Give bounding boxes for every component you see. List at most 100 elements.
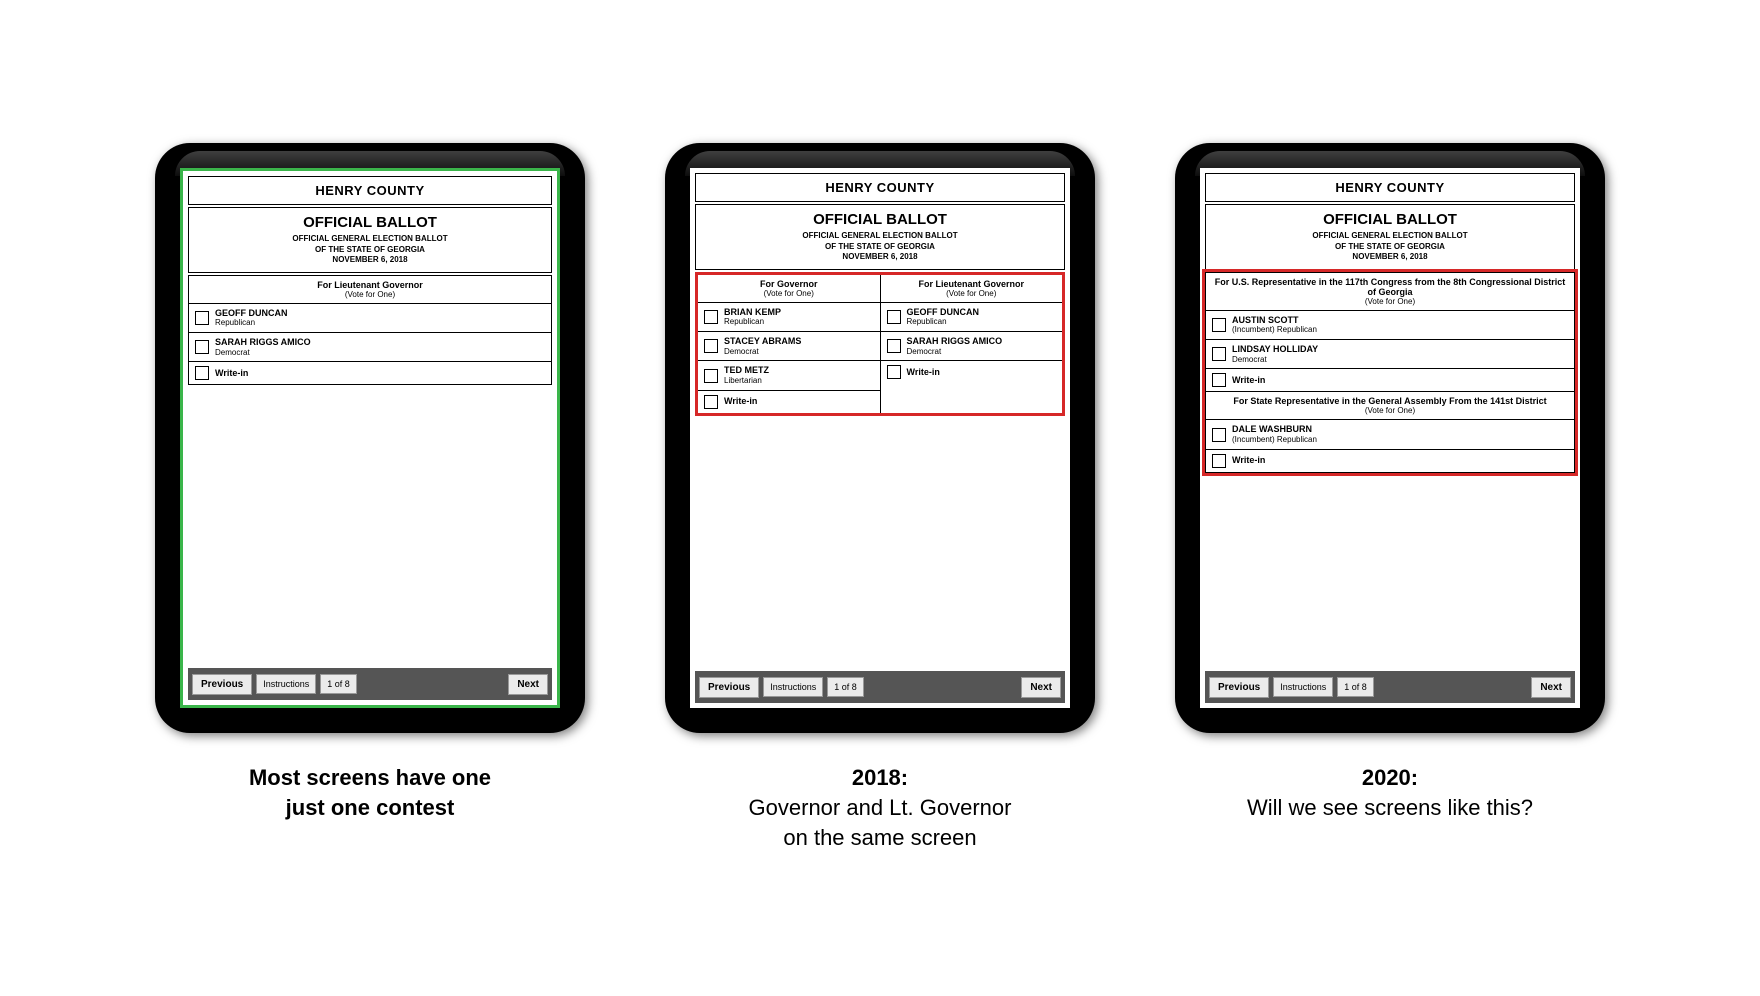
candidate-row[interactable]: LINDSAY HOLLIDAYDemocrat	[1206, 340, 1574, 369]
ballot-sub3: NOVEMBER 6, 2018	[702, 252, 1058, 262]
checkbox[interactable]	[1212, 454, 1226, 468]
contest-lt-gov: For Lieutenant Governor (Vote for One) G…	[188, 275, 552, 386]
contest-governor: For Governor (Vote for One) BRIAN KEMPRe…	[698, 275, 881, 413]
ballot-title: OFFICIAL BALLOT	[1212, 211, 1568, 228]
race-title: For Lieutenant Governor	[885, 279, 1059, 289]
contest-lt-governor: For Lieutenant Governor (Vote for One) G…	[881, 275, 1063, 413]
next-button[interactable]: Next	[508, 674, 548, 695]
tablet-middle: HENRY COUNTY OFFICIAL BALLOT OFFICIAL GE…	[665, 143, 1095, 733]
county-header: HENRY COUNTY	[1205, 173, 1575, 202]
instructions-button[interactable]: Instructions	[1273, 677, 1333, 697]
caption-line: 2020:	[1247, 763, 1533, 793]
contest-area: For Lieutenant Governor (Vote for One) G…	[188, 275, 552, 664]
caption-line: Most screens have one	[249, 763, 491, 793]
checkbox[interactable]	[704, 339, 718, 353]
checkbox[interactable]	[195, 340, 209, 354]
candidate-row[interactable]: GEOFF DUNCANRepublican	[189, 304, 551, 333]
candidate-party: Democrat	[724, 347, 801, 357]
candidate-row[interactable]: Write-in	[1206, 369, 1574, 391]
vote-instruction: (Vote for One)	[193, 290, 547, 299]
vote-instruction: (Vote for One)	[702, 289, 876, 298]
checkbox[interactable]	[1212, 347, 1226, 361]
caption-line: just one contest	[249, 793, 491, 823]
candidate-party: Libertarian	[724, 376, 769, 386]
candidate-row[interactable]: STACEY ABRAMSDemocrat	[698, 332, 880, 361]
vote-instruction: (Vote for One)	[885, 289, 1059, 298]
diagram-container: HENRY COUNTY OFFICIAL BALLOT OFFICIAL GE…	[110, 103, 1650, 892]
candidate-name: GEOFF DUNCAN	[215, 308, 288, 319]
page-indicator: 1 of 8	[320, 674, 357, 694]
checkbox[interactable]	[195, 366, 209, 380]
candidate-row[interactable]: GEOFF DUNCANRepublican	[881, 303, 1063, 332]
checkbox[interactable]	[704, 395, 718, 409]
contest-header: For State Representative in the General …	[1206, 392, 1574, 420]
write-in-label: Write-in	[1232, 455, 1265, 466]
candidate-party: Republican	[907, 317, 980, 327]
instructions-button[interactable]: Instructions	[256, 674, 316, 694]
checkbox[interactable]	[1212, 428, 1226, 442]
contest-two-col: For Governor (Vote for One) BRIAN KEMPRe…	[695, 272, 1065, 416]
ballot-sub3: NOVEMBER 6, 2018	[1212, 252, 1568, 262]
candidate-row[interactable]: Write-in	[698, 391, 880, 413]
vote-instruction: (Vote for One)	[1210, 406, 1570, 415]
write-in-label: Write-in	[215, 368, 248, 379]
ballot-sub2: OF THE STATE OF GEORGIA	[1212, 242, 1568, 252]
instructions-button[interactable]: Instructions	[763, 677, 823, 697]
candidate-name: LINDSAY HOLLIDAY	[1232, 344, 1318, 355]
caption-line: Governor and Lt. Governor	[749, 793, 1012, 823]
checkbox[interactable]	[887, 365, 901, 379]
ballot-sub1: OFFICIAL GENERAL ELECTION BALLOT	[195, 234, 545, 244]
ballot-header: OFFICIAL BALLOT OFFICIAL GENERAL ELECTIO…	[188, 207, 552, 272]
ballot-sub2: OF THE STATE OF GEORGIA	[195, 245, 545, 255]
candidate-name: BRIAN KEMP	[724, 307, 781, 318]
candidate-row[interactable]: Write-in	[1206, 450, 1574, 472]
ballot-title: OFFICIAL BALLOT	[195, 214, 545, 231]
page-indicator: 1 of 8	[827, 677, 864, 697]
contest-header: For Lieutenant Governor (Vote for One)	[881, 275, 1063, 303]
prev-button[interactable]: Previous	[1209, 677, 1269, 698]
checkbox[interactable]	[704, 369, 718, 383]
checkbox[interactable]	[1212, 318, 1226, 332]
candidate-row[interactable]: Write-in	[189, 362, 551, 384]
caption-line: Will we see screens like this?	[1247, 793, 1533, 823]
candidate-party: Republican	[724, 317, 781, 327]
checkbox[interactable]	[887, 339, 901, 353]
column-middle: HENRY COUNTY OFFICIAL BALLOT OFFICIAL GE…	[660, 143, 1100, 852]
checkbox[interactable]	[1212, 373, 1226, 387]
candidate-row[interactable]: SARAH RIGGS AMICODemocrat	[189, 333, 551, 362]
checkbox[interactable]	[704, 310, 718, 324]
ballot-title: OFFICIAL BALLOT	[702, 211, 1058, 228]
next-button[interactable]: Next	[1531, 677, 1571, 698]
screen-middle: HENRY COUNTY OFFICIAL BALLOT OFFICIAL GE…	[690, 168, 1070, 708]
next-button[interactable]: Next	[1021, 677, 1061, 698]
candidate-row[interactable]: DALE WASHBURN(Incumbent) Republican	[1206, 420, 1574, 449]
candidate-name: GEOFF DUNCAN	[907, 307, 980, 318]
candidate-row[interactable]: AUSTIN SCOTT(Incumbent) Republican	[1206, 311, 1574, 340]
candidate-row[interactable]: BRIAN KEMPRepublican	[698, 303, 880, 332]
candidate-name: SARAH RIGGS AMICO	[907, 336, 1003, 347]
ballot-header: OFFICIAL BALLOT OFFICIAL GENERAL ELECTIO…	[1205, 204, 1575, 269]
candidate-party: Democrat	[907, 347, 1003, 357]
checkbox[interactable]	[195, 311, 209, 325]
race-title: For U.S. Representative in the 117th Con…	[1210, 277, 1570, 297]
caption-line: on the same screen	[749, 823, 1012, 853]
candidate-row[interactable]: Write-in	[881, 361, 1063, 383]
prev-button[interactable]: Previous	[699, 677, 759, 698]
ballot-sub3: NOVEMBER 6, 2018	[195, 255, 545, 265]
candidate-party: (Incumbent) Republican	[1232, 435, 1317, 445]
prev-button[interactable]: Previous	[192, 674, 252, 695]
screen-right: HENRY COUNTY OFFICIAL BALLOT OFFICIAL GE…	[1200, 168, 1580, 708]
write-in-label: Write-in	[1232, 375, 1265, 386]
checkbox[interactable]	[887, 310, 901, 324]
tablet-left: HENRY COUNTY OFFICIAL BALLOT OFFICIAL GE…	[155, 143, 585, 733]
candidate-party: (Incumbent) Republican	[1232, 325, 1317, 335]
contest-area: For Governor (Vote for One) BRIAN KEMPRe…	[695, 272, 1065, 667]
column-left: HENRY COUNTY OFFICIAL BALLOT OFFICIAL GE…	[150, 143, 590, 852]
write-in-label: Write-in	[724, 396, 757, 407]
page-indicator: 1 of 8	[1337, 677, 1374, 697]
caption-middle: 2018: Governor and Lt. Governor on the s…	[749, 763, 1012, 852]
navbar: Previous Instructions 1 of 8 Next	[1205, 671, 1575, 703]
county-header: HENRY COUNTY	[188, 176, 552, 205]
candidate-row[interactable]: TED METZLibertarian	[698, 361, 880, 390]
candidate-row[interactable]: SARAH RIGGS AMICODemocrat	[881, 332, 1063, 361]
